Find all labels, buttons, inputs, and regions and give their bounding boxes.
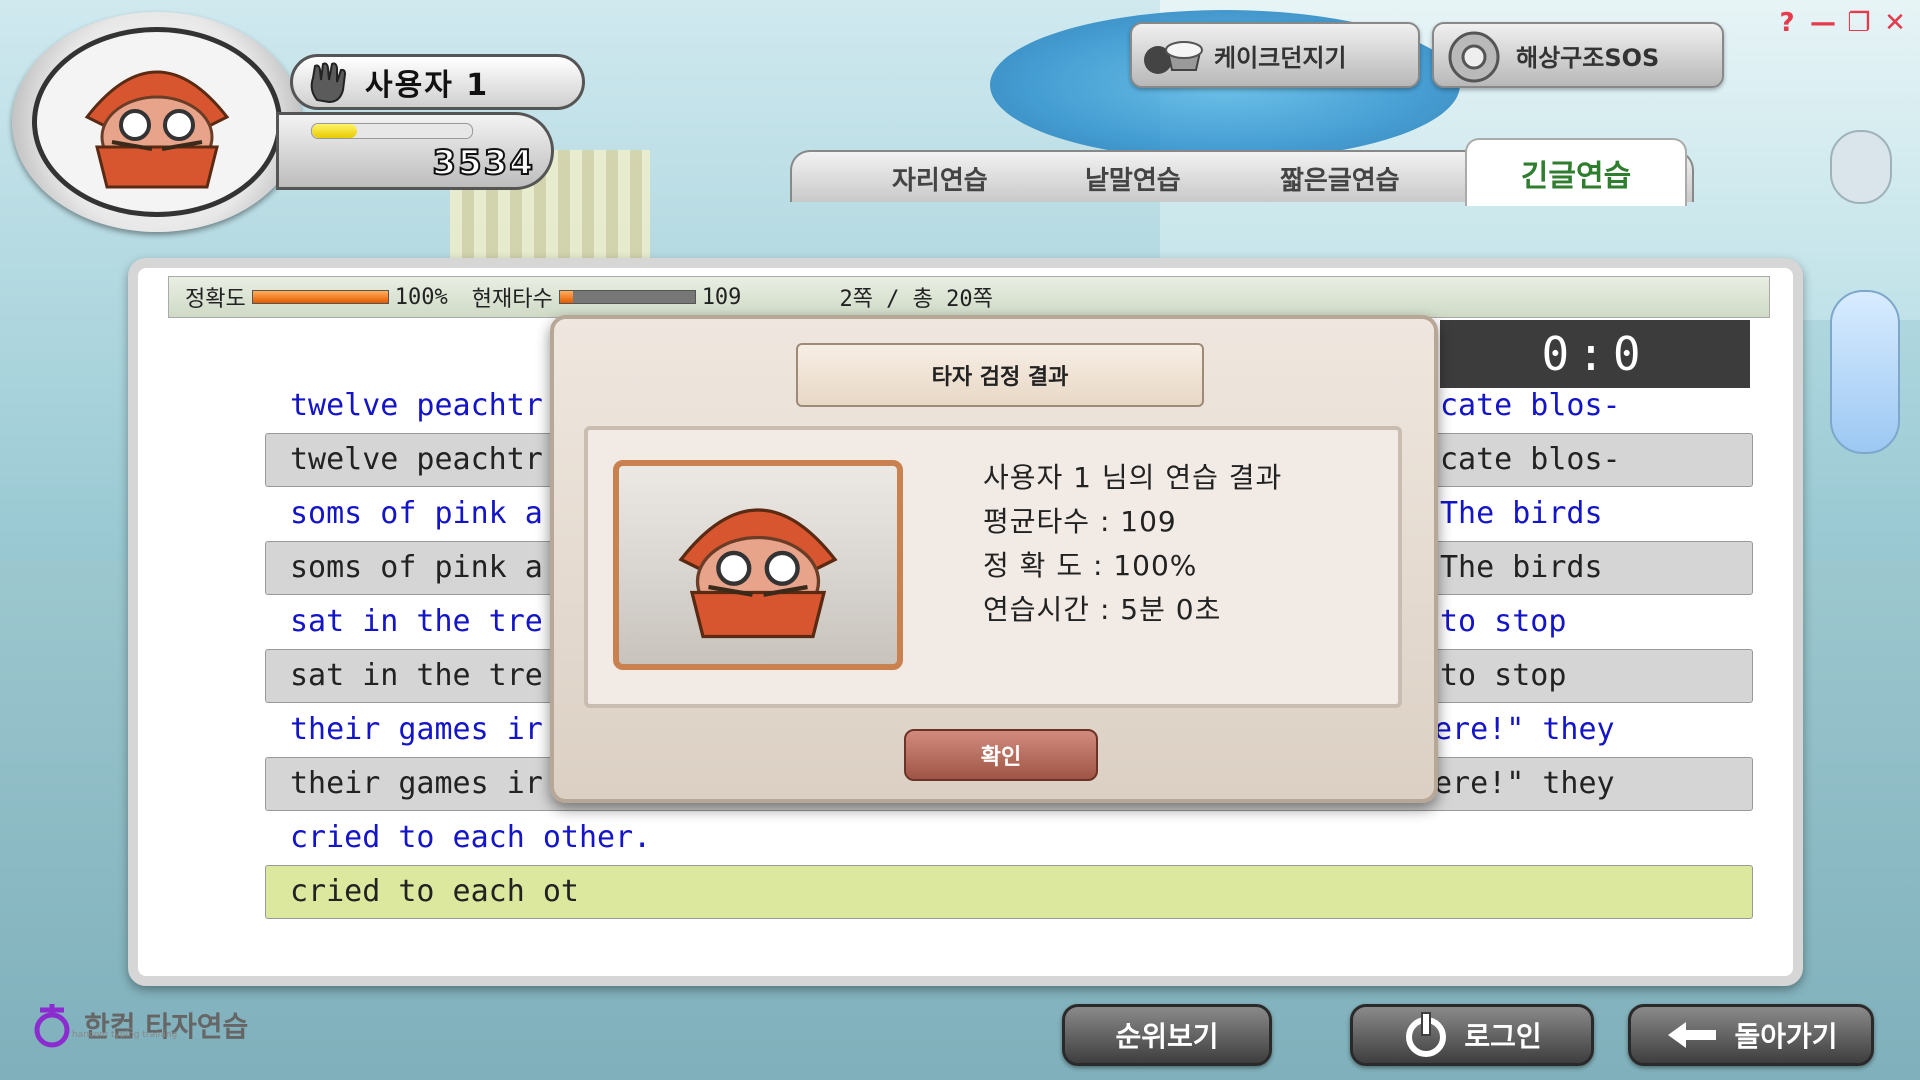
user-name: 사용자 1 <box>365 68 490 103</box>
avatar <box>12 12 302 232</box>
typed-line-right: ere!" they <box>1434 766 1615 801</box>
hand-icon <box>310 62 347 104</box>
source-line-left: their games ir <box>290 712 543 747</box>
cake-game-button[interactable]: 케이크던지기 <box>1130 22 1420 88</box>
typed-line-left: soms of pink a <box>290 550 543 585</box>
ranking-label: 순위보기 <box>1115 1020 1219 1053</box>
close-icon[interactable]: ✕ <box>1880 8 1910 38</box>
rescue-game-button[interactable]: 해상구조SOS <box>1432 22 1724 88</box>
typed-line-right: The birds <box>1440 550 1603 585</box>
user-name-bar: 사용자 1 <box>290 54 585 110</box>
power-icon <box>1406 1012 1447 1057</box>
character-icon <box>678 508 838 639</box>
stats-strip: 정확도 100% 현재타수 109 2쪽 / 총 20쪽 <box>168 276 1770 318</box>
decorative-knob <box>1830 130 1892 204</box>
lifebuoy-icon <box>1448 31 1500 83</box>
rescue-game-label: 해상구조SOS <box>1516 43 1660 72</box>
character-portrait <box>32 27 282 217</box>
result-practice-time: 연습시간 : 5분 0초 <box>983 593 1222 626</box>
speed-label: 현재타수 <box>471 287 553 312</box>
arrow-left-icon <box>1668 1022 1717 1048</box>
result-heading: 사용자 1 님의 연습 결과 <box>983 461 1283 494</box>
tab-long-text-practice[interactable]: 긴글연습 <box>1465 138 1687 206</box>
typed-line-right: cate blos- <box>1440 442 1621 477</box>
accuracy-label: 정확도 <box>185 287 246 312</box>
source-line-left: twelve peachtr <box>290 388 543 423</box>
login-button[interactable]: 로그인 <box>1350 1004 1594 1066</box>
page-indicator: 2쪽 / 총 20쪽 <box>839 287 993 312</box>
tab-position-practice[interactable]: 자리연습 <box>892 160 988 197</box>
window-controls: ? — ❐ ✕ <box>1772 8 1910 38</box>
result-accuracy: 정 확 도 : 100% <box>983 549 1198 582</box>
tab-short-text-practice[interactable]: 짧은글연습 <box>1280 160 1400 197</box>
logo-subtitle: hancom typing training <box>72 1030 178 1040</box>
tab-word-practice[interactable]: 낱말연습 <box>1085 160 1181 197</box>
accuracy-value: 100% <box>394 284 448 310</box>
source-line-right: ere!" they <box>1434 712 1615 747</box>
source-line-left: soms of pink a <box>290 496 543 531</box>
source-line-left: sat in the tre <box>290 604 543 639</box>
speed-bar-fill <box>559 291 574 303</box>
source-line-left: cried to each other. <box>290 820 652 855</box>
result-portrait <box>613 460 903 670</box>
restore-icon[interactable]: ❐ <box>1844 8 1874 38</box>
xp-bar-fill <box>312 124 357 138</box>
accuracy-bar-fill <box>252 291 388 303</box>
user-score: 3534 <box>431 142 535 184</box>
result-dialog: 타자 검정 결과 사용자 1 님의 연습 결과 평균타수 : 109 정 확 도… <box>550 315 1438 803</box>
xp-bar <box>311 123 473 139</box>
current-input-text[interactable]: cried to each ot <box>290 874 579 909</box>
help-icon[interactable]: ? <box>1772 8 1802 38</box>
ranking-button[interactable]: 순위보기 <box>1062 1004 1272 1066</box>
back-button[interactable]: 돌아가기 <box>1628 1004 1874 1066</box>
decorative-controller <box>1830 290 1900 454</box>
typed-line-left: twelve peachtr <box>290 442 543 477</box>
cake-icon <box>1144 41 1203 74</box>
back-label: 돌아가기 <box>1734 1020 1838 1053</box>
confirm-button[interactable]: 확인 <box>904 729 1098 781</box>
score-panel: 3534 <box>276 112 554 190</box>
typed-line-left: sat in the tre <box>290 658 543 693</box>
speed-bar <box>558 290 696 304</box>
login-label: 로그인 <box>1464 1020 1542 1053</box>
source-line-right: The birds <box>1440 496 1603 531</box>
typed-line-right: to stop <box>1440 658 1567 693</box>
cake-game-label: 케이크던지기 <box>1214 43 1347 72</box>
character-icon <box>84 70 230 189</box>
source-line-right: to stop <box>1440 604 1567 639</box>
hancom-logo-icon <box>34 1004 70 1048</box>
score-counter: 0:0 <box>1440 320 1750 388</box>
result-average-speed: 평균타수 : 109 <box>983 505 1177 538</box>
dialog-body: 사용자 1 님의 연습 결과 평균타수 : 109 정 확 도 : 100% 연… <box>584 426 1402 708</box>
speed-value: 109 <box>701 284 742 310</box>
source-line-right: cate blos- <box>1440 388 1621 423</box>
accuracy-bar <box>251 290 389 304</box>
typed-line-left: their games ir <box>290 766 543 801</box>
app-logo: 한컴 타자연습 hancom typing training <box>30 1000 248 1050</box>
dialog-title: 타자 검정 결과 <box>796 343 1204 407</box>
minimize-icon[interactable]: — <box>1808 8 1838 38</box>
